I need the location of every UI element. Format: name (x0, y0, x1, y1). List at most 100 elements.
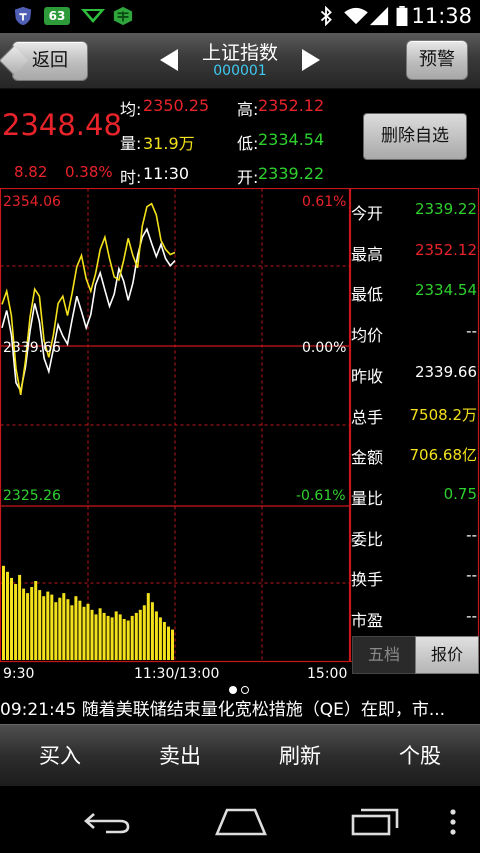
volume-bar (50, 594, 54, 660)
open-label: 开: (237, 168, 259, 187)
side-row-key: 金额 (351, 448, 384, 468)
side-row: 均价 -- (351, 322, 479, 362)
y-axis-bottom-label: 2325.26 (3, 488, 61, 504)
volume-bar (110, 617, 114, 660)
x-tick-end: 15:00 (307, 666, 348, 682)
y-axis-mid-label: 2339.66 (3, 340, 61, 356)
volume-bar (26, 593, 30, 660)
volume-label: 量: (120, 134, 142, 153)
volume-bar (162, 622, 166, 660)
side-row-key: 均价 (351, 326, 384, 346)
volume-bar (2, 565, 5, 660)
volume-bar (106, 615, 110, 660)
side-row-value: 2339.66 (414, 362, 477, 381)
page-indicator (241, 686, 249, 694)
android-nav-bar (0, 786, 480, 853)
volume-bar (10, 577, 13, 660)
volume-bar (62, 593, 66, 660)
alert-button[interactable]: 预警 (406, 40, 468, 80)
status-bar: 63 11:38 (0, 0, 480, 33)
home-nav-icon[interactable] (215, 808, 267, 836)
side-row-value: 2339.22 (414, 200, 477, 218)
volume-bar (142, 605, 146, 660)
bluetooth-icon (320, 6, 332, 26)
signal-icon (369, 6, 389, 26)
sell-button[interactable]: 卖出 (120, 725, 240, 787)
page-indicator-active (229, 686, 237, 694)
overflow-menu-icon[interactable] (448, 808, 458, 836)
volume-bar (82, 606, 86, 660)
stock-button[interactable]: 个股 (360, 725, 480, 787)
open-value: 2339.22 (258, 164, 325, 183)
side-row-key: 市盈 (351, 611, 384, 630)
volume-bar (66, 599, 70, 660)
low-value: 2334.54 (258, 130, 325, 149)
volume-bar (38, 590, 42, 660)
time-label: 时: (120, 168, 142, 187)
y-axis-top-pct-label: 0.61% (302, 194, 347, 210)
side-row: 总手 7508.2万 (351, 404, 479, 444)
volume-bar (90, 609, 94, 660)
news-ticker[interactable]: 09:21:45 随着美联储结束量化宽松措施（QE）在即，市... (0, 695, 480, 723)
tab-quote[interactable]: 报价 (415, 636, 479, 674)
volume-bar (42, 596, 46, 660)
side-row-value: -- (466, 566, 477, 585)
side-row-value: 706.68亿 (409, 446, 478, 465)
volume-bar (158, 617, 162, 660)
volume-bar (171, 629, 174, 660)
y-axis-bottom-pct-label: -0.61% (296, 488, 346, 504)
volume-bar (150, 602, 154, 660)
side-row-value: -- (466, 322, 477, 341)
remove-watchlist-button[interactable]: 删除自选 (363, 113, 467, 160)
chevron-app-icon (81, 9, 105, 23)
volume-bar (14, 584, 18, 660)
high-value: 2352.12 (258, 96, 325, 115)
side-row: 昨收 2339.66 (351, 363, 479, 403)
side-row: 委比 -- (351, 526, 479, 566)
volume-bar (22, 588, 26, 660)
volume-bar (46, 591, 50, 660)
side-row: 量比 0.75 (351, 485, 479, 525)
wifi-icon (344, 7, 368, 25)
side-row-key: 委比 (351, 529, 384, 549)
volume-bar (154, 611, 158, 660)
recent-apps-nav-icon[interactable] (351, 808, 399, 836)
side-row: 换手 -- (351, 566, 479, 606)
bottom-menu: 买入 卖出 刷新 个股 (0, 724, 480, 787)
side-row-key: 换手 (351, 570, 384, 590)
buy-button[interactable]: 买入 (0, 725, 120, 787)
side-row-key: 最高 (351, 244, 384, 264)
volume-bar (86, 603, 90, 660)
side-row-value: -- (466, 607, 477, 625)
volume-bar (122, 619, 126, 660)
side-row: 金额 706.68亿 (351, 444, 479, 484)
back-button[interactable]: 返回 (12, 41, 88, 81)
side-row-key: 今开 (351, 204, 384, 223)
tab-order-book[interactable]: 五档 (352, 636, 416, 674)
time-value: 11:30 (143, 164, 190, 183)
volume-bar (94, 614, 98, 660)
volume-bar (18, 574, 22, 660)
side-row-value: 2352.12 (414, 240, 477, 259)
avg-value: 2350.25 (143, 96, 210, 115)
refresh-button[interactable]: 刷新 (240, 725, 360, 787)
volume-bar (74, 596, 78, 660)
y-axis-top-label: 2354.06 (3, 194, 61, 210)
back-nav-icon[interactable] (84, 810, 130, 834)
side-row-key: 昨收 (351, 366, 384, 386)
side-row-value: 7508.2万 (409, 405, 478, 424)
shield-app-icon (14, 6, 32, 26)
current-price: 2348.48 (2, 108, 122, 142)
clock: 11:38 (411, 4, 472, 28)
volume-value: 31.9万 (143, 134, 195, 153)
volume-bar (58, 597, 62, 660)
side-row: 今开 2339.22 (351, 200, 479, 240)
price-change: 8.82 (14, 163, 48, 181)
next-stock-arrow-icon[interactable] (302, 49, 320, 71)
x-tick-start: 9:30 (3, 666, 35, 682)
back-button-label: 返回 (32, 50, 68, 71)
high-label: 高: (237, 100, 259, 119)
volume-bar (167, 626, 170, 660)
volume-bar (70, 605, 74, 660)
side-row: 最低 2334.54 (351, 281, 479, 321)
